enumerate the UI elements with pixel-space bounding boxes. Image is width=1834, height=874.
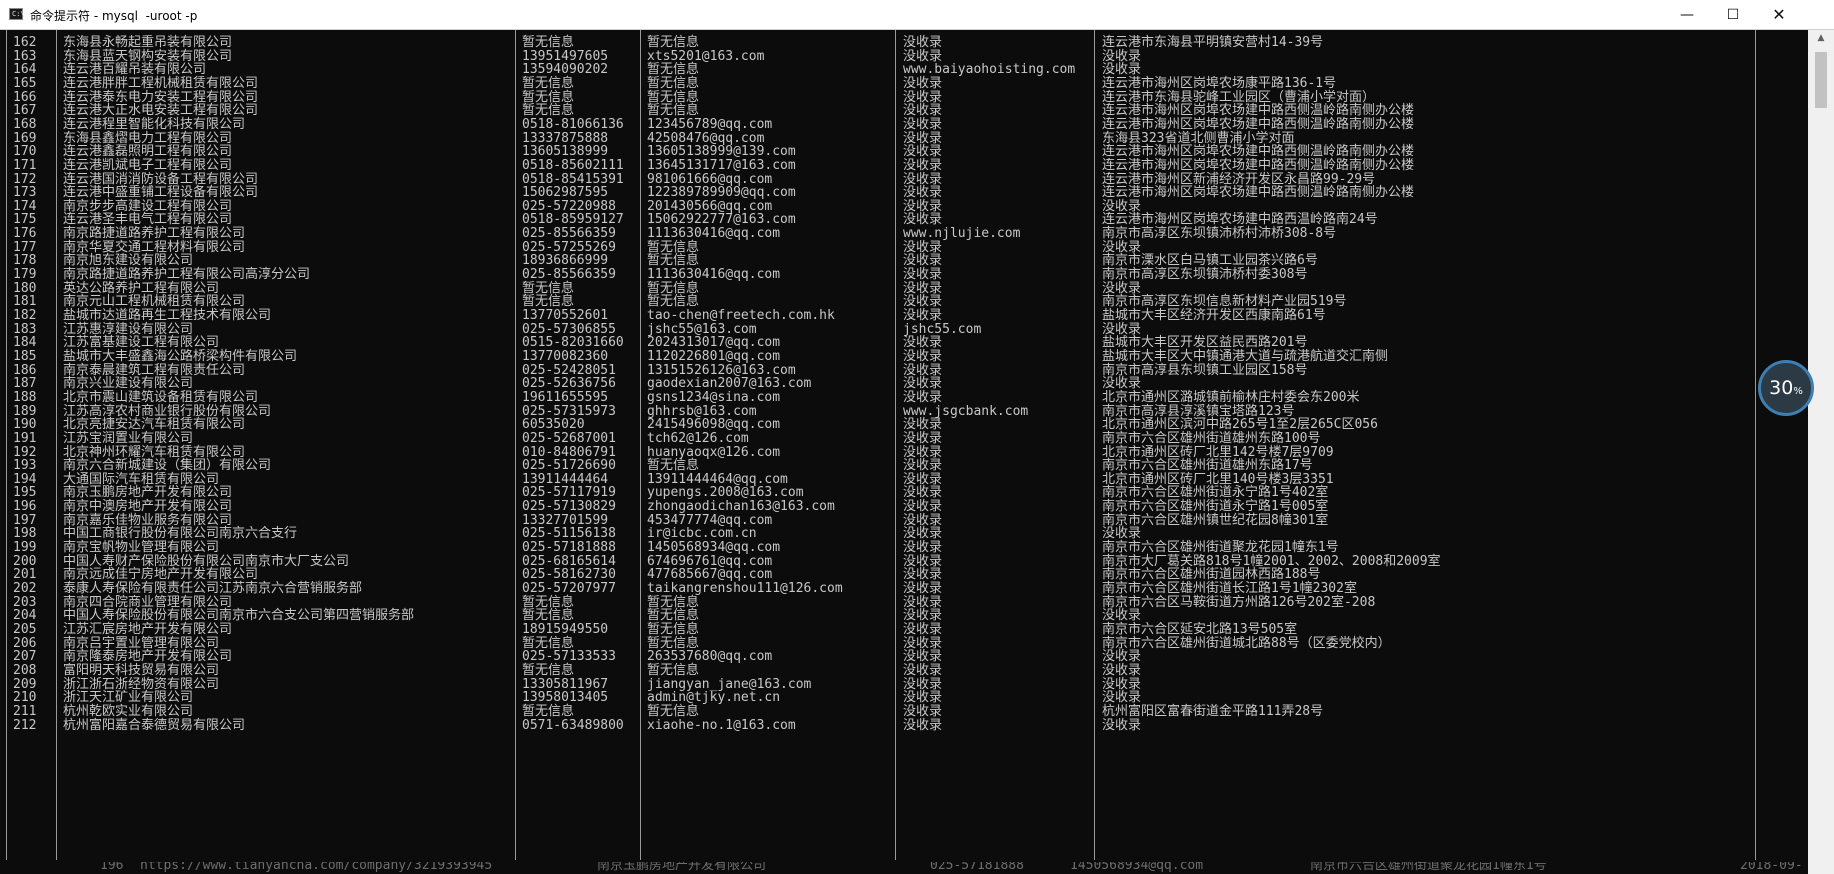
table-border-id — [56, 30, 57, 860]
table-border-site — [1094, 30, 1095, 860]
row-address: 没收录 — [1102, 717, 1142, 733]
ghost-email: 1450568934@qq.com — [1070, 862, 1204, 873]
ghost-id: 196 — [100, 862, 124, 873]
scroll-up-arrow-icon[interactable]: ▲ — [1808, 30, 1834, 47]
maximize-button[interactable]: ☐ — [1710, 0, 1756, 30]
partial-bottom-row: 196 https://www.tianyancha.com/company/3… — [0, 862, 1808, 874]
row-phone: 0571-63489800 — [522, 717, 624, 733]
row-email: xiaohe-no.1@163.com — [647, 717, 796, 733]
zoom-unit: % — [1793, 386, 1803, 397]
table-row: 212 杭州富阳嘉合泰德贸易有限公司 0571-63489800 xiaohe-no.… — [0, 718, 1808, 734]
row-id: 212 — [13, 717, 37, 733]
table-border-left — [6, 30, 7, 860]
title-bar[interactable]: C:\ 命令提示符 - mysql -uroot -p — ☐ ✕ — [0, 0, 1834, 30]
ghost-name: 南京玉鹏房地产开发有限公司 — [597, 862, 767, 873]
zoom-value: 30 — [1769, 377, 1794, 399]
vertical-scrollbar[interactable]: ▲ — [1808, 30, 1834, 874]
ghost-url: https://www.tianyancha.com/company/32193… — [140, 862, 493, 873]
app-icon-glyph: C:\ — [12, 10, 25, 18]
minimize-button[interactable]: — — [1664, 0, 1710, 30]
console-output[interactable]: 162 东海县永畅起重吊装有限公司 暂无信息 暂无信息 没收录 连云港市东海县平明镇安营村… — [0, 30, 1808, 874]
ghost-address: 南京市六合区雄州街道聚龙花园1幢东1号 — [1310, 862, 1547, 873]
scrollbar-thumb[interactable] — [1815, 52, 1827, 108]
row-company-name: 杭州富阳嘉合泰德贸易有限公司 — [63, 717, 246, 733]
cmd-app-icon[interactable]: C:\ — [9, 8, 25, 20]
table-border-right — [1755, 30, 1756, 860]
ghost-phone: 025-57181888 — [930, 862, 1024, 873]
window-title: 命令提示符 - mysql -uroot -p — [30, 9, 198, 23]
table-border-email — [895, 30, 896, 860]
zoom-indicator: 30% — [1758, 360, 1814, 416]
table-border-name — [515, 30, 516, 860]
row-website: 没收录 — [903, 717, 943, 733]
close-button[interactable]: ✕ — [1756, 0, 1802, 30]
ghost-date: 2018-09- — [1740, 862, 1803, 873]
table-border-phone — [640, 30, 641, 860]
